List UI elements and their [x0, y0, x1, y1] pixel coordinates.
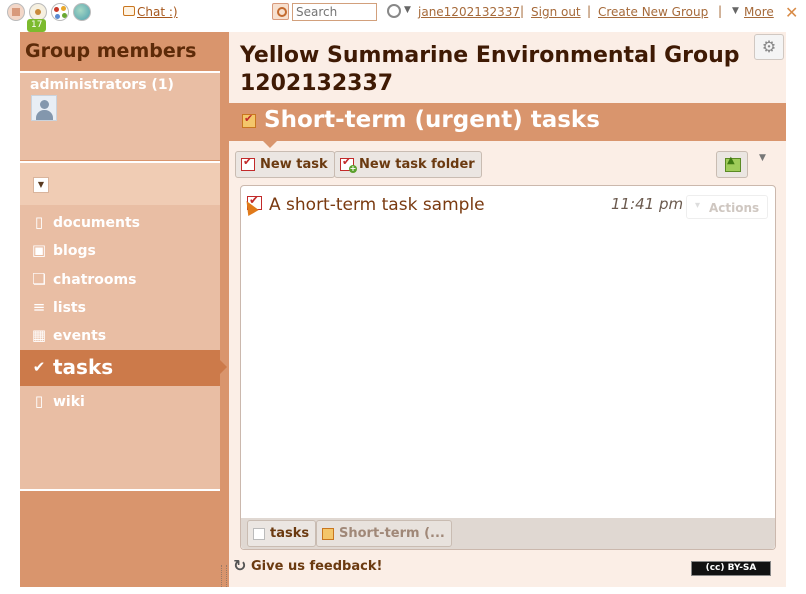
chat-bubble-icon[interactable] — [123, 6, 135, 16]
sidebar-item-wiki[interactable]: ▯ wiki — [20, 388, 220, 416]
task-folder-icon — [322, 528, 334, 540]
username-link[interactable]: jane1202132337 — [418, 5, 520, 19]
more-link[interactable]: More — [744, 5, 774, 19]
list-icon: ≡ — [32, 298, 46, 316]
sidebar: Group members administrators (1) ▼ ▯ doc… — [20, 32, 227, 587]
task-title[interactable]: A short-term task sample — [269, 195, 485, 215]
section-title: Short-term (urgent) tasks — [264, 107, 600, 133]
sidebar-item-label: tasks — [53, 355, 114, 379]
sidebar-item-label: chatrooms — [53, 272, 137, 288]
notification-count-badge: 17 — [27, 19, 47, 32]
sign-out-link[interactable]: Sign out — [531, 5, 581, 19]
actions-button[interactable]: Actions — [686, 195, 768, 219]
more-chevron-icon[interactable]: ▼ — [732, 6, 739, 16]
breadcrumb-label: Short-term (... — [339, 526, 445, 541]
breadcrumb-tasks[interactable]: tasks — [247, 520, 317, 547]
members-panel: administrators (1) — [20, 71, 220, 160]
sidebar-nav: ▼ ▯ documents ▣ blogs ❏ chatrooms ≡ list… — [20, 161, 227, 521]
sidebar-item-label: blogs — [53, 243, 96, 259]
sidebar-item-label: wiki — [53, 394, 85, 410]
sidebar-item-label: lists — [53, 300, 86, 316]
sidebar-item-blogs[interactable]: ▣ blogs — [20, 237, 220, 265]
chevron-down-icon[interactable]: ▼ — [404, 5, 411, 15]
section-pointer — [263, 141, 277, 148]
top-bar: 17 Chat :) ▼ jane1202132337 | Sign out |… — [0, 0, 806, 32]
chevron-down-icon[interactable]: ▼ — [759, 153, 766, 163]
feedback-link[interactable]: Give us feedback! — [233, 556, 382, 575]
chevron-down-icon[interactable]: ▼ — [33, 177, 49, 193]
sidebar-item-documents[interactable]: ▯ documents — [20, 209, 220, 237]
check-icon — [253, 528, 265, 540]
chat-icon: ❏ — [32, 270, 46, 288]
clock-icon[interactable] — [387, 4, 401, 18]
apps-icon[interactable] — [51, 3, 69, 21]
resize-handle[interactable] — [221, 565, 227, 587]
sidebar-item-events[interactable]: ▦ events — [20, 322, 220, 350]
task-time: 11:41 pm — [611, 195, 684, 213]
folder-up-button[interactable] — [716, 151, 748, 178]
separator: | — [520, 4, 525, 18]
breadcrumb-short-term[interactable]: Short-term (... — [316, 520, 452, 547]
globe-icon[interactable] — [73, 3, 91, 21]
administrators-heading[interactable]: administrators (1) — [30, 77, 174, 93]
new-task-folder-label: New task folder — [359, 157, 475, 172]
new-task-button[interactable]: New task — [235, 151, 335, 178]
sidebar-item-chatrooms[interactable]: ❏ chatrooms — [20, 266, 220, 294]
document-icon: ▯ — [34, 213, 44, 231]
create-group-link[interactable]: Create New Group — [598, 5, 708, 19]
new-task-label: New task — [260, 157, 328, 172]
task-icon — [241, 155, 255, 171]
page-title: Yellow Summarine Environmental Group 120… — [240, 43, 740, 96]
sidebar-item-label: events — [53, 328, 107, 344]
sidebar-item-tasks[interactable]: ✔ tasks — [20, 350, 227, 386]
gear-icon[interactable]: ⚙ — [754, 34, 784, 60]
search-icon[interactable] — [272, 3, 289, 20]
sidebar-title: Group members — [20, 32, 220, 70]
chat-link[interactable]: Chat :) — [137, 5, 178, 19]
sidebar-item-lists[interactable]: ≡ lists — [20, 294, 220, 322]
section-header: Short-term (urgent) tasks — [229, 103, 786, 141]
wiki-icon: ▯ — [34, 392, 44, 410]
plus-icon: + — [349, 164, 357, 173]
home-icon[interactable] — [7, 3, 25, 21]
separator: | — [587, 4, 592, 18]
list-item[interactable]: A short-term task sample 11:41 pm Action… — [241, 186, 775, 222]
active-item-pointer — [220, 360, 227, 374]
blog-icon: ▣ — [31, 241, 47, 259]
breadcrumb: tasks Short-term (... — [241, 518, 775, 549]
sidebar-item-label: documents — [53, 215, 140, 231]
sidebar-nav-header: ▼ — [20, 163, 220, 205]
search-input[interactable] — [292, 3, 377, 21]
license-badge[interactable]: (cc) BY-SA — [691, 561, 771, 576]
sidebar-footer — [20, 489, 220, 587]
close-icon[interactable]: ✕ — [785, 3, 798, 22]
new-task-folder-button[interactable]: + New task folder — [334, 151, 482, 178]
main-panel: ⚙ Yellow Summarine Environmental Group 1… — [229, 32, 786, 587]
task-folder-icon — [242, 112, 256, 128]
task-list: A short-term task sample 11:41 pm Action… — [240, 185, 776, 550]
check-icon: ✔ — [32, 358, 46, 376]
avatar[interactable] — [31, 95, 57, 121]
separator: | — [718, 4, 723, 18]
calendar-icon: ▦ — [31, 326, 47, 344]
breadcrumb-label: tasks — [270, 526, 310, 541]
